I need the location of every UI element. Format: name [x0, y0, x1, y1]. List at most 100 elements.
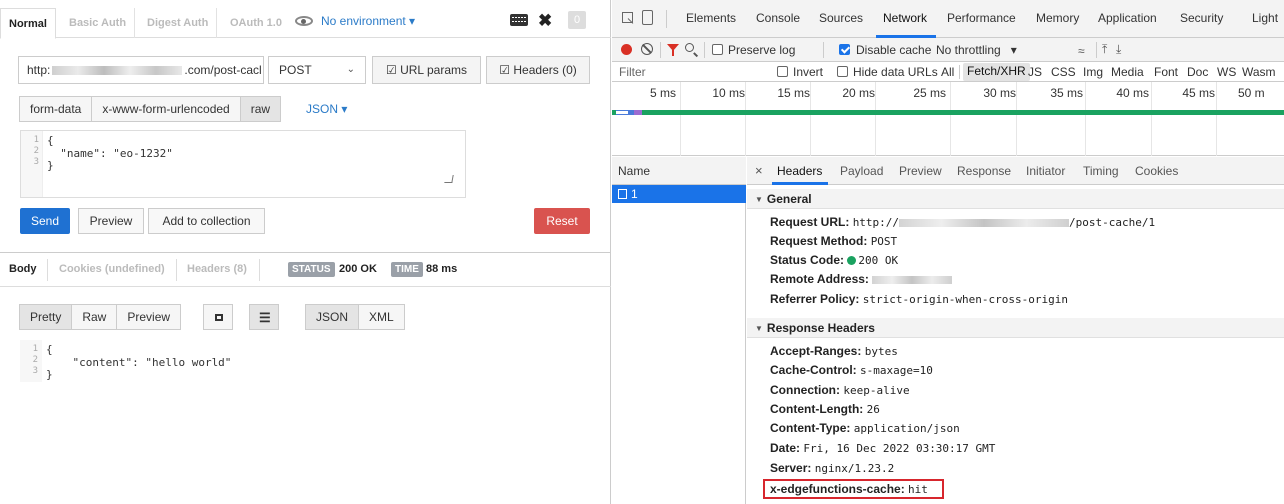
tab-cookies[interactable]: Cookies [1135, 164, 1178, 178]
view-preview-button[interactable]: Preview [116, 304, 182, 330]
close-icon[interactable]: × [755, 163, 763, 178]
name-column-header[interactable]: Name [612, 157, 746, 185]
tab-payload[interactable]: Payload [840, 164, 883, 178]
filter-type-img[interactable]: Img [1083, 65, 1103, 79]
code-line: } [46, 368, 53, 381]
tab-console[interactable]: Console [756, 11, 800, 25]
active-tab-indicator [772, 182, 828, 185]
fullscreen-button[interactable] [203, 304, 233, 330]
devtools-panel: Elements Console Sources Network Perform… [612, 0, 1284, 504]
invert-checkbox[interactable] [777, 66, 788, 77]
triangle-down-icon: ▼ [755, 195, 763, 204]
header-key: Connection: [770, 383, 840, 397]
view-pretty-button[interactable]: Pretty [19, 304, 73, 330]
request-row[interactable]: 1 [612, 185, 746, 203]
method-select[interactable]: POST ⌄ [268, 56, 366, 84]
timeline-tick: 50 m [1238, 86, 1265, 100]
hide-data-urls-checkbox[interactable] [837, 66, 848, 77]
tab-headers[interactable]: Headers (8) [187, 263, 247, 275]
filter-icon[interactable] [667, 44, 679, 56]
redacted-address [872, 275, 953, 284]
network-conditions-icon[interactable]: ≈ [1078, 44, 1085, 58]
url-input[interactable]: http: .com/post-cacl [18, 56, 264, 84]
record-icon[interactable] [621, 44, 632, 55]
tab-digest-auth[interactable]: Digest Auth [139, 8, 218, 38]
add-to-collection-button[interactable]: Add to collection [148, 208, 265, 234]
clear-icon[interactable] [641, 43, 653, 55]
headers-button[interactable]: ☑ Headers (0) [486, 56, 590, 84]
timeline-tick: 40 ms [1116, 86, 1149, 100]
filter-type-fetch-xhr[interactable]: Fetch/XHR [963, 63, 1030, 81]
gridline [875, 82, 876, 156]
divider [176, 259, 177, 281]
inspect-element-icon[interactable] [622, 12, 633, 23]
request-body-editor[interactable]: 1 2 3 { "name": "eo-1232" } [20, 130, 466, 198]
reset-button[interactable]: Reset [534, 208, 590, 234]
filter-type-media[interactable]: Media [1111, 65, 1144, 79]
device-toolbar-icon[interactable] [642, 10, 653, 25]
auth-tabs: Normal Basic Auth Digest Auth OAuth 1.0 … [0, 0, 611, 39]
body-type-raw[interactable]: raw [239, 96, 282, 122]
tab-initiator[interactable]: Initiator [1026, 164, 1065, 178]
timeline-tick: 45 ms [1182, 86, 1215, 100]
code-line: "content": "hello world" [46, 356, 232, 369]
tab-headers[interactable]: Headers [777, 164, 822, 178]
preview-button[interactable]: Preview [78, 208, 144, 234]
tab-memory[interactable]: Memory [1036, 11, 1079, 25]
search-icon[interactable] [685, 43, 694, 52]
filter-type-all[interactable]: All [941, 65, 954, 79]
preserve-log-checkbox[interactable] [712, 44, 723, 55]
settings-tools-icon[interactable]: ✖ [538, 11, 552, 31]
url-params-button[interactable]: ☑ URL params [372, 56, 481, 84]
detail-tabs: × Headers Payload Preview Response Initi… [747, 157, 1284, 185]
redacted-host [899, 218, 1070, 227]
filter-input[interactable]: Filter [619, 65, 646, 79]
tab-application[interactable]: Application [1098, 11, 1157, 25]
filter-type-wasm[interactable]: Wasm [1242, 65, 1276, 79]
filter-type-doc[interactable]: Doc [1187, 65, 1208, 79]
line-number: 2 [33, 146, 39, 156]
disable-cache-checkbox[interactable] [839, 44, 850, 55]
network-timeline[interactable]: 5 ms 10 ms 15 ms 20 ms 25 ms 30 ms 35 ms… [612, 82, 1284, 156]
tab-response[interactable]: Response [957, 164, 1011, 178]
keyboard-icon[interactable] [510, 14, 528, 26]
filter-type-js[interactable]: JS [1028, 65, 1042, 79]
tab-body[interactable]: Body [9, 263, 37, 275]
filter-type-ws[interactable]: WS [1217, 65, 1236, 79]
tab-network[interactable]: Network [883, 11, 927, 25]
tab-basic-auth[interactable]: Basic Auth [61, 8, 136, 38]
export-har-icon[interactable]: ⤓ [1116, 42, 1121, 57]
tab-preview[interactable]: Preview [899, 164, 942, 178]
filter-type-font[interactable]: Font [1154, 65, 1178, 79]
tab-normal[interactable]: Normal [0, 8, 56, 39]
tab-sources[interactable]: Sources [819, 11, 863, 25]
header-key: Request URL: [770, 215, 850, 229]
view-raw-button[interactable]: Raw [71, 304, 118, 330]
tab-lighthouse[interactable]: Light [1252, 11, 1278, 25]
format-json-button[interactable]: JSON [305, 304, 360, 330]
header-key: Server: [770, 461, 812, 475]
send-button[interactable]: Send [20, 208, 70, 234]
wrap-button[interactable]: ☰ [249, 304, 279, 330]
eye-icon[interactable] [295, 16, 313, 26]
resize-handle-icon[interactable] [444, 175, 454, 183]
general-section-header[interactable]: ▼ General [747, 189, 1284, 209]
body-type-form-data[interactable]: form-data [19, 96, 93, 122]
tab-security[interactable]: Security [1180, 11, 1223, 25]
request-detail: × Headers Payload Preview Response Initi… [747, 157, 1284, 504]
tab-performance[interactable]: Performance [947, 11, 1016, 25]
gridline [1085, 82, 1086, 156]
tab-cookies[interactable]: Cookies (undefined) [59, 263, 165, 275]
filter-type-css[interactable]: CSS [1051, 65, 1076, 79]
tab-timing[interactable]: Timing [1083, 164, 1119, 178]
tab-elements[interactable]: Elements [686, 11, 736, 25]
tab-oauth[interactable]: OAuth 1.0 [222, 8, 290, 38]
body-type-urlencoded[interactable]: x-www-form-urlencoded [91, 96, 241, 122]
body-format-dropdown[interactable]: JSON ▾ [306, 102, 347, 116]
throttling-select[interactable]: No throttling ▾ [936, 43, 1017, 57]
response-headers-section-header[interactable]: ▼ Response Headers [747, 318, 1284, 338]
import-har-icon[interactable]: ⤒ [1102, 42, 1107, 57]
format-xml-button[interactable]: XML [358, 304, 405, 330]
response-body-viewer[interactable]: 1 2 3 { "content": "hello world" } [20, 340, 580, 400]
environment-dropdown[interactable]: No environment ▾ [321, 14, 415, 28]
